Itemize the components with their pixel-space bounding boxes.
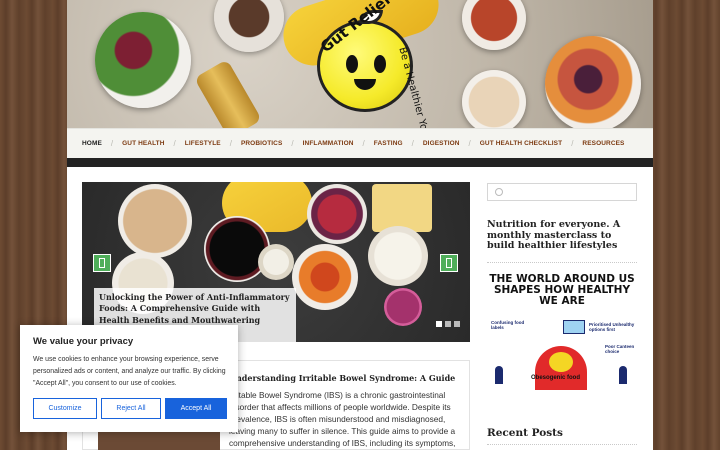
main-navigation: HOME / GUT HEALTH / LIFESTYLE / PROBIOTI… — [67, 128, 653, 158]
nav-item-fasting[interactable]: FASTING — [374, 140, 403, 147]
infographic-label: Prioritised Unhealthy options first — [589, 322, 635, 332]
mascot-mouth — [354, 79, 376, 90]
nav-separator: / — [110, 139, 114, 148]
person-icon — [549, 352, 573, 372]
slider-dot[interactable] — [445, 321, 451, 327]
cottage-cheese-image — [368, 226, 428, 286]
nav-item-gut-health[interactable]: GUT HEALTH — [122, 140, 164, 147]
post-thumbnail[interactable] — [98, 431, 220, 450]
featured-slider[interactable]: Unlocking the Power of Anti-Inflammatory… — [82, 182, 470, 342]
slider-prev-button[interactable] — [93, 254, 111, 272]
slider-dot[interactable] — [436, 321, 442, 327]
nav-separator: / — [291, 139, 294, 148]
nav-divider-bar — [67, 158, 653, 167]
food-bowl-image — [462, 70, 526, 128]
food-bowl-image — [95, 12, 191, 108]
cookie-title: We value your privacy — [33, 336, 134, 347]
nav-item-gut-health-checklist[interactable]: GUT HEALTH CHECKLIST — [480, 140, 562, 147]
nav-separator: / — [468, 139, 471, 148]
site-logo[interactable]: Gut Relief Be a Healthier You — [311, 0, 435, 128]
slider-dot[interactable] — [454, 321, 460, 327]
cookie-consent-banner: We value your privacy We use cookies to … — [20, 325, 238, 432]
prev-arrow-icon — [99, 258, 105, 268]
nav-item-home[interactable]: HOME — [82, 140, 102, 147]
pepper-bowl-image — [292, 244, 358, 310]
reject-all-button[interactable]: Reject All — [101, 398, 161, 419]
cheese-image — [372, 184, 432, 232]
infographic-label: Confusing food labels — [491, 320, 525, 330]
nav-separator: / — [362, 139, 365, 148]
person-icon — [495, 366, 503, 384]
sidebar-infographic[interactable]: THE WORLD AROUND US SHAPES HOW HEALTHY W… — [487, 270, 637, 390]
customize-button[interactable]: Customize — [33, 398, 97, 419]
nav-separator: / — [173, 139, 176, 148]
person-icon — [619, 366, 627, 384]
accept-all-button[interactable]: Accept All — [165, 398, 227, 419]
next-arrow-icon — [446, 258, 452, 268]
infographic-title: THE WORLD AROUND US SHAPES HOW HEALTHY W… — [489, 273, 635, 307]
mascot-eye — [374, 55, 386, 73]
nav-separator: / — [411, 139, 414, 148]
post-title[interactable]: Understanding Irritable Bowel Syndrome: … — [229, 373, 455, 383]
berries-bowl-image — [307, 184, 367, 244]
infographic-label: Poor Canteen choice — [605, 344, 635, 354]
nav-item-probiotics[interactable]: PROBIOTICS — [241, 140, 282, 147]
food-bowl-image — [118, 184, 192, 258]
infographic-body: Confusing food labels Prioritised Unheal… — [487, 316, 637, 390]
wine-bowl-image — [204, 216, 270, 282]
slider-next-button[interactable] — [440, 254, 458, 272]
food-bowl-image — [462, 0, 526, 50]
nav-separator: / — [229, 139, 232, 148]
onion-image — [384, 288, 422, 326]
screen-icon — [563, 320, 585, 334]
header-banner: Gut Relief Be a Healthier You — [67, 0, 653, 128]
oil-bottle-image — [194, 59, 262, 128]
nav-item-lifestyle[interactable]: LIFESTYLE — [185, 140, 221, 147]
search-icon — [495, 188, 503, 196]
slider-dots — [436, 321, 460, 327]
nav-item-resources[interactable]: RESOURCES — [582, 140, 624, 147]
nav-separator: / — [571, 139, 574, 148]
food-bowl-image — [258, 244, 294, 280]
mascot-eye — [346, 55, 358, 73]
nav-item-inflammation[interactable]: INFLAMMATION — [303, 140, 354, 147]
food-bowl-image — [214, 0, 284, 52]
post-excerpt: Irritable Bowel Syndrome (IBS) is a chro… — [229, 390, 456, 448]
infographic-label: Obesogenic food — [531, 375, 581, 381]
cookie-description: We use cookies to enhance your browsing … — [33, 356, 226, 388]
search-input[interactable] — [487, 183, 637, 201]
fruit-bowl-image — [545, 36, 641, 128]
nav-item-digestion[interactable]: DIGESTION — [423, 140, 460, 147]
